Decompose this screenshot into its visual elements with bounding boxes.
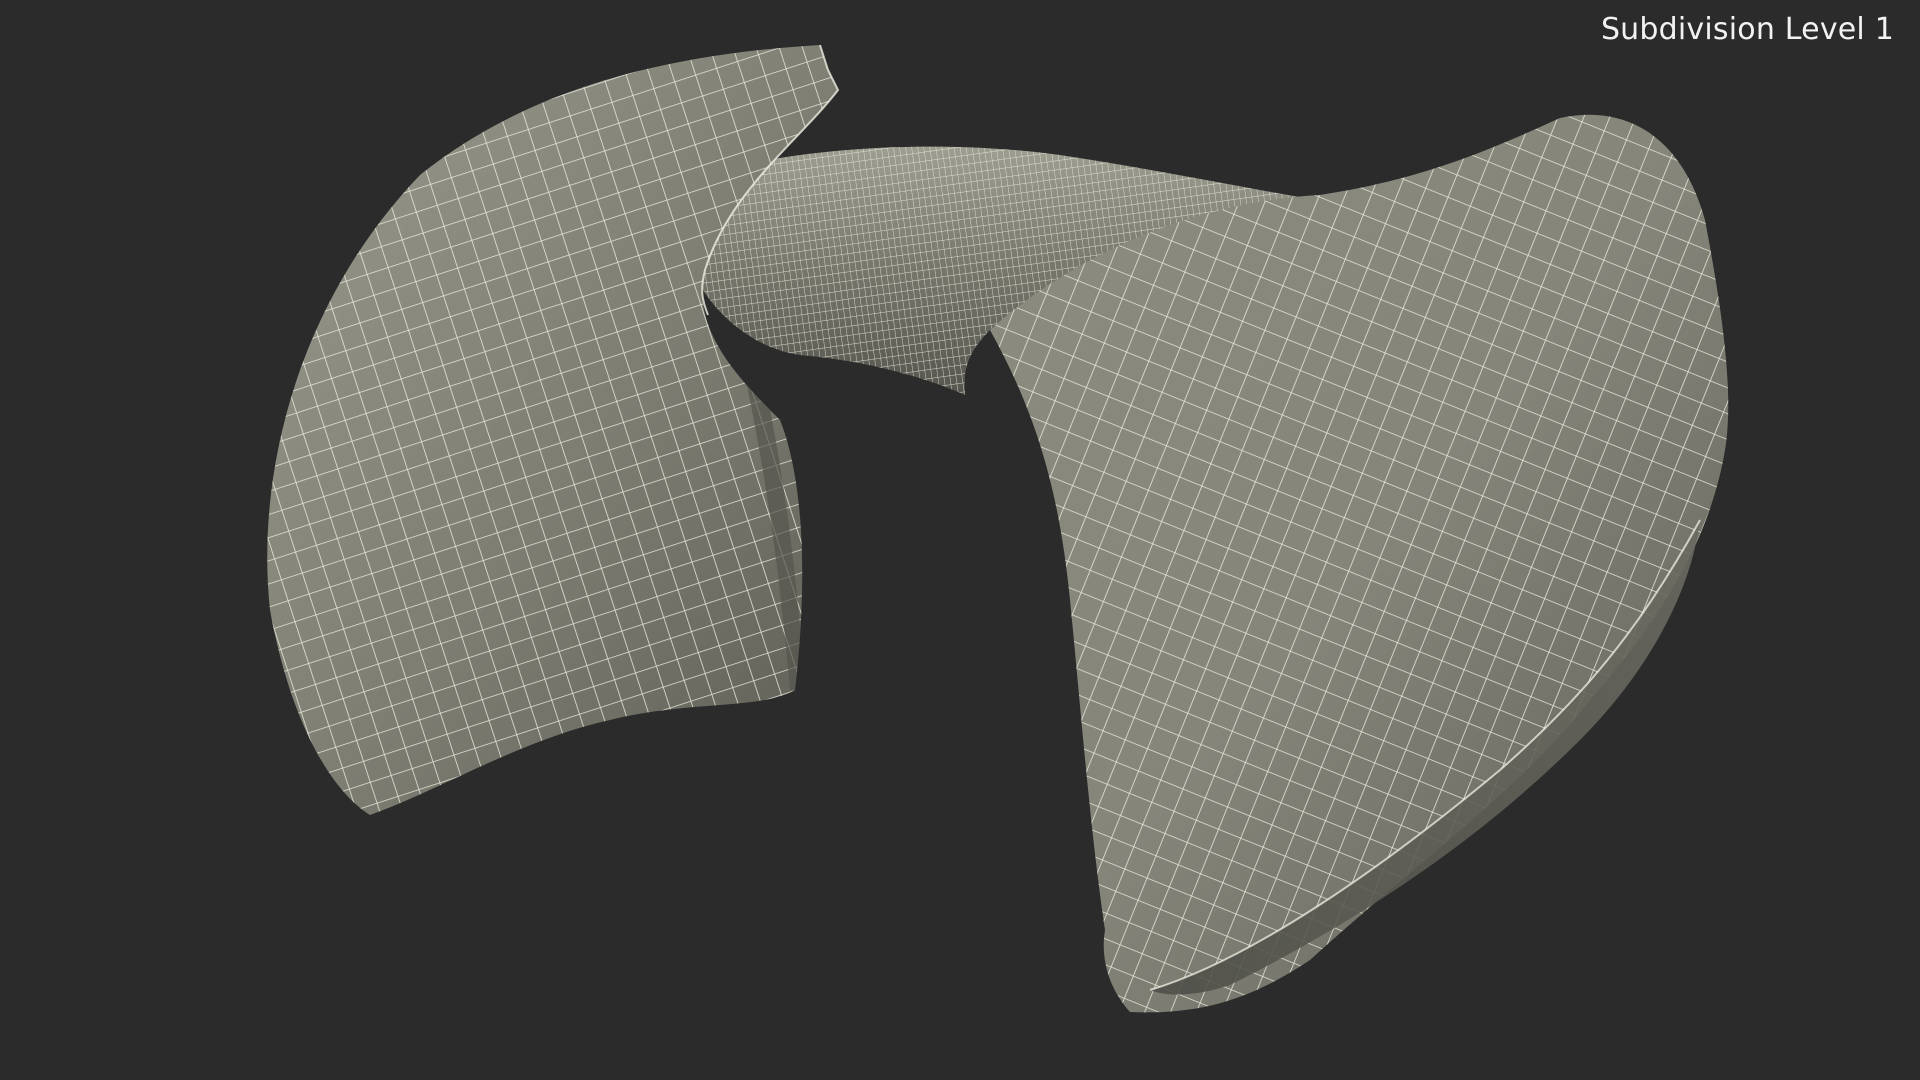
left-shell-mesh bbox=[267, 44, 840, 815]
wireframe-model-render bbox=[267, 44, 1729, 1013]
render-viewport: Subdivision Level 1 bbox=[0, 0, 1920, 1080]
subdivision-level-label: Subdivision Level 1 bbox=[1600, 12, 1894, 47]
